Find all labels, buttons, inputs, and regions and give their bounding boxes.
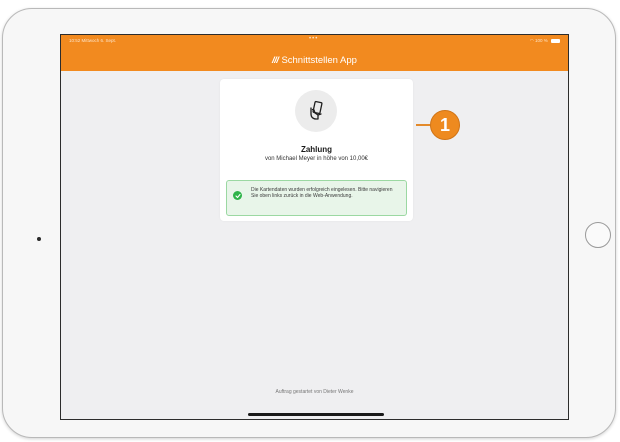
app-header: 10:52 Mittwoch 6. Sept. ••• ◠ 100 % ///S…	[61, 35, 568, 71]
status-time: 10:52 Mittwoch 6. Sept.	[69, 38, 117, 43]
app-screen: 10:52 Mittwoch 6. Sept. ••• ◠ 100 % ///S…	[60, 34, 569, 420]
status-right: ◠ 100 %	[530, 38, 560, 44]
footer-status: Auftrag gestartet von Dieter Wenke	[275, 389, 354, 395]
callout-line	[416, 124, 430, 126]
callout-badge: 1	[430, 110, 460, 140]
front-camera	[37, 237, 41, 241]
home-indicator[interactable]	[248, 413, 384, 416]
payment-card: Zahlung von Michael Meyer in höhe von 10…	[220, 79, 413, 221]
alert-message: Die Kartendaten wurden erfolgreich einge…	[251, 187, 393, 199]
page-title: ///Schnittstellen App	[61, 55, 568, 66]
success-alert: Die Kartendaten wurden erfolgreich einge…	[226, 180, 407, 216]
payment-subtitle: von Michael Meyer in höhe von 10,00€	[264, 156, 369, 162]
payment-title: Zahlung	[300, 145, 333, 154]
multitasking-dots[interactable]: •••	[309, 36, 318, 42]
check-circle-icon	[233, 191, 242, 200]
app-logo: ///	[272, 55, 279, 66]
wifi-icon: ◠	[529, 38, 534, 43]
battery-percent: 100 %	[534, 38, 548, 43]
app-title-text: Schnittstellen App	[281, 55, 357, 66]
home-button[interactable]	[585, 222, 611, 248]
battery-icon	[551, 38, 560, 43]
card-in-hand-icon	[295, 90, 337, 132]
